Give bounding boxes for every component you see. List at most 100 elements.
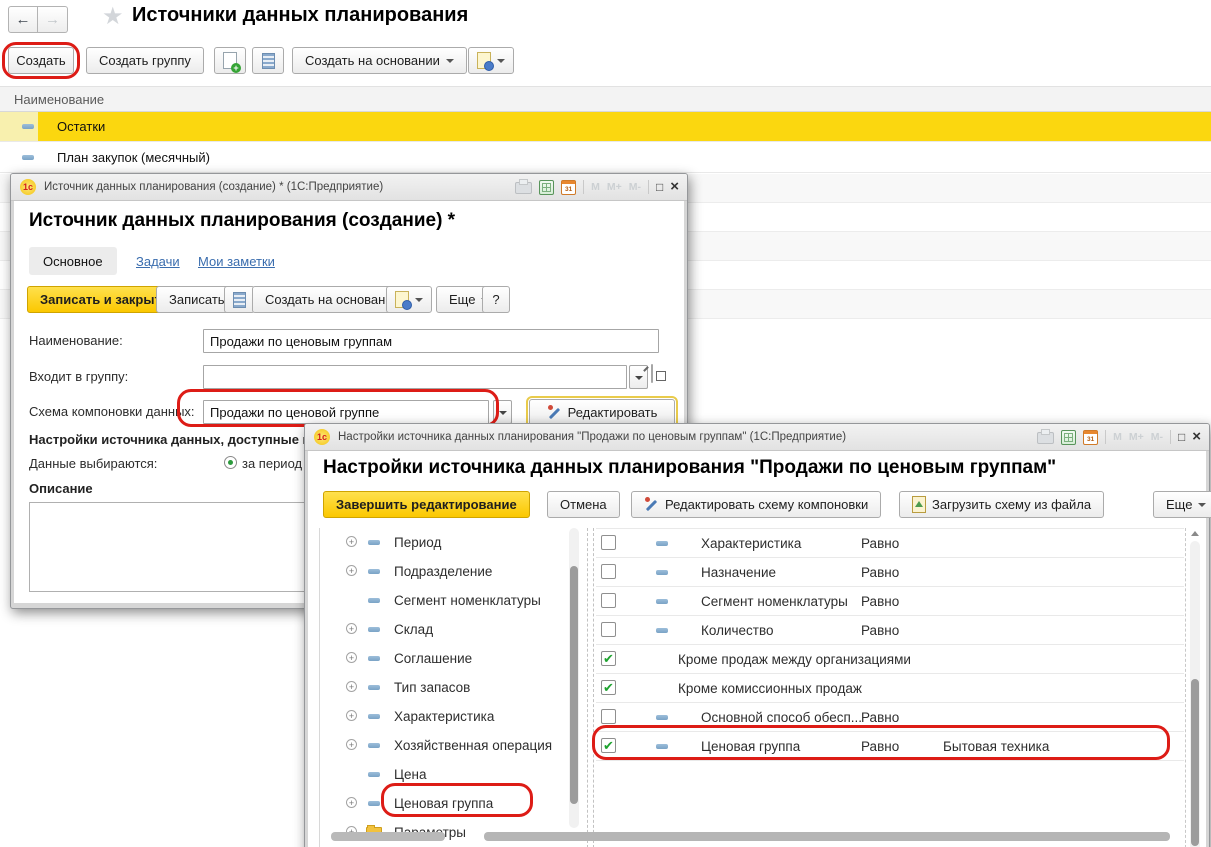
memory-button[interactable]: M+ xyxy=(1129,431,1144,443)
condition-row[interactable]: Сегмент номенклатурыРавно xyxy=(596,587,1184,616)
memory-button[interactable]: M- xyxy=(1151,431,1163,443)
tree-item[interactable]: +Хозяйственная операция xyxy=(320,731,570,760)
tab-main[interactable]: Основное xyxy=(29,247,117,275)
condition-checkbox[interactable] xyxy=(601,622,616,637)
data-selection-label: Данные выбираются: xyxy=(29,456,157,471)
load-schema-button[interactable]: Загрузить схему из файла xyxy=(899,491,1104,518)
panel-splitter[interactable] xyxy=(587,528,594,847)
calculator-icon[interactable] xyxy=(539,180,554,195)
print-icon[interactable] xyxy=(1037,432,1054,444)
schema-field-label: Схема компоновки данных: xyxy=(29,404,195,419)
favorite-star-icon[interactable]: ★ xyxy=(102,2,124,31)
condition-checkbox[interactable] xyxy=(601,535,616,550)
expand-icon[interactable]: + xyxy=(346,797,357,808)
group-input[interactable] xyxy=(203,365,627,389)
schema-input[interactable] xyxy=(203,400,489,424)
create-based-on-button[interactable]: Создать на основании xyxy=(292,47,467,74)
tree-item[interactable]: Цена xyxy=(320,760,570,789)
memory-button[interactable]: M- xyxy=(629,181,641,193)
tree-item[interactable]: +Ценовая группа xyxy=(320,789,570,818)
condition-field-label: Основной способ обесп... xyxy=(701,710,862,725)
tree-item[interactable]: + Подразделение xyxy=(320,557,570,586)
condition-row[interactable]: ✔Ценовая группаРавноБытовая техника xyxy=(596,732,1184,761)
list-row[interactable]: План закупок (месячный) xyxy=(0,143,1211,173)
tab-tasks[interactable]: Задачи xyxy=(136,254,180,269)
tree-item-label: Подразделение xyxy=(394,564,492,579)
report-dropdown-button[interactable] xyxy=(468,47,514,74)
name-input[interactable] xyxy=(203,329,659,353)
expand-icon[interactable]: + xyxy=(346,652,357,663)
edit-schema-button[interactable]: Редактировать xyxy=(529,399,675,426)
condition-row[interactable]: ✔Кроме продаж между организациями xyxy=(596,645,1184,674)
maximize-button[interactable]: □ xyxy=(1178,432,1185,442)
condition-row[interactable]: ✔ Кроме комиссионных продаж xyxy=(596,674,1184,703)
condition-checkbox[interactable] xyxy=(601,564,616,579)
finish-editing-button[interactable]: Завершить редактирование xyxy=(323,491,530,518)
condition-checkbox[interactable] xyxy=(601,593,616,608)
maximize-button[interactable]: □ xyxy=(656,182,663,192)
condition-row[interactable]: ХарактеристикаРавно xyxy=(596,529,1184,558)
tree-item[interactable]: + Период xyxy=(320,528,570,557)
report-dropdown-button[interactable] xyxy=(386,286,432,313)
window-titlebar[interactable]: 1с Настройки источника данных планирован… xyxy=(305,424,1209,451)
calculator-icon[interactable] xyxy=(1061,430,1076,445)
close-button[interactable]: × xyxy=(1192,431,1201,443)
condition-row[interactable]: КоличествоРавно xyxy=(596,616,1184,645)
expand-icon[interactable]: + xyxy=(346,565,357,576)
condition-comparison: Равно xyxy=(861,710,899,725)
tree-item[interactable]: +Склад xyxy=(320,615,570,644)
row-label: План закупок (месячный) xyxy=(57,150,210,165)
condition-checkbox[interactable] xyxy=(601,709,616,724)
condition-checkbox[interactable]: ✔ xyxy=(601,738,616,753)
edit-composition-schema-button[interactable]: Редактировать схему компоновки xyxy=(631,491,881,518)
condition-row[interactable]: НазначениеРавно xyxy=(596,558,1184,587)
more-button[interactable]: Еще xyxy=(1153,491,1211,518)
help-button[interactable]: ? xyxy=(482,286,510,313)
memory-button[interactable]: M xyxy=(591,181,600,193)
condition-field-label: Кроме комиссионных продаж xyxy=(678,681,862,696)
condition-checkbox[interactable]: ✔ xyxy=(601,680,616,695)
tree-item[interactable]: + Соглашение xyxy=(320,644,570,673)
condition-row[interactable]: Основной способ обесп...Равно xyxy=(596,703,1184,732)
nav-buttons: ← → xyxy=(8,6,68,33)
list-row-selected[interactable]: Остатки xyxy=(0,112,1211,142)
expand-icon[interactable]: + xyxy=(346,739,357,750)
calendar-icon[interactable]: 31 xyxy=(1083,430,1098,445)
expand-icon[interactable]: + xyxy=(346,710,357,721)
window-titlebar[interactable]: 1с Источник данных планирования (создани… xyxy=(11,174,687,201)
memory-button[interactable]: M xyxy=(1113,431,1122,443)
memory-button[interactable]: M+ xyxy=(607,181,622,193)
print-icon[interactable] xyxy=(515,182,532,194)
create-button[interactable]: Создать xyxy=(8,47,74,74)
tree-item[interactable]: +Характеристика xyxy=(320,702,570,731)
tree-item[interactable]: Сегмент номенклатуры xyxy=(320,586,570,615)
tree-vertical-scrollbar[interactable] xyxy=(569,528,579,828)
tree-item-label: Соглашение xyxy=(394,651,472,666)
expand-icon[interactable]: + xyxy=(346,536,357,547)
calendar-icon[interactable]: 31 xyxy=(561,180,576,195)
schema-dropdown-button[interactable] xyxy=(493,400,512,424)
expand-icon[interactable]: + xyxy=(346,623,357,634)
list-column-header[interactable]: Наименование xyxy=(0,86,1211,112)
forward-button[interactable]: → xyxy=(38,6,68,33)
cancel-button[interactable]: Отмена xyxy=(547,491,620,518)
field-icon xyxy=(368,656,380,661)
tree-item-label: Период xyxy=(394,535,441,550)
group-open-button[interactable] xyxy=(651,364,653,383)
tree-item[interactable]: +Тип запасов xyxy=(320,673,570,702)
copy-list-button[interactable] xyxy=(252,47,284,74)
conditions-vertical-scrollbar[interactable] xyxy=(1190,541,1200,847)
tree-horizontal-scrollbar[interactable] xyxy=(331,832,445,841)
create-new-item-button[interactable] xyxy=(214,47,246,74)
create-group-button[interactable]: Создать группу xyxy=(86,47,204,74)
radio-period[interactable] xyxy=(224,456,237,469)
settings-window: 1с Настройки источника данных планирован… xyxy=(304,423,1210,847)
tab-notes[interactable]: Мои заметки xyxy=(198,254,275,269)
conditions-horizontal-scrollbar[interactable] xyxy=(484,832,1170,841)
back-button[interactable]: ← xyxy=(8,6,38,33)
expand-icon[interactable]: + xyxy=(346,681,357,692)
copy-list-button[interactable] xyxy=(224,286,255,313)
condition-checkbox[interactable]: ✔ xyxy=(601,651,616,666)
close-button[interactable]: × xyxy=(670,181,679,193)
row-label: Остатки xyxy=(57,119,105,134)
